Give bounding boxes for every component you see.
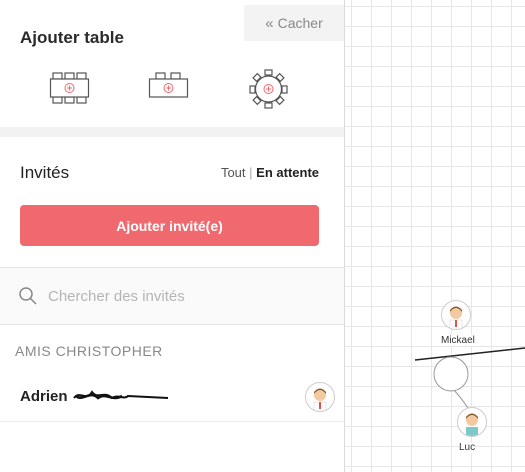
add-rectangle-table-button[interactable]	[49, 70, 91, 111]
small-rectangle-table-icon	[148, 72, 189, 98]
add-round-table-button[interactable]	[248, 69, 290, 114]
node-label: Mickael	[441, 335, 475, 346]
person-avatar-icon	[466, 413, 478, 436]
person-avatar-icon	[449, 306, 463, 329]
search-bar	[0, 267, 344, 325]
filter-all-link[interactable]: Tout	[221, 165, 246, 180]
seating-canvas[interactable]: Mickael Luc	[345, 0, 525, 472]
redaction-scribble	[73, 390, 169, 400]
canvas-node-mickael[interactable]: Mickael	[441, 300, 491, 370]
guest-filter: Tout | En attente	[221, 165, 319, 180]
guests-title: Invités	[20, 163, 70, 182]
filter-pending-link[interactable]: En attente	[256, 165, 319, 180]
add-table-title: Ajouter table	[20, 28, 124, 47]
guest-row[interactable]: Adrien	[0, 375, 344, 422]
canvas-links	[414, 347, 525, 419]
rectangle-table-icon	[49, 72, 90, 104]
guest-name: Adrien	[20, 388, 68, 405]
avatar	[457, 407, 487, 437]
filter-separator: |	[249, 165, 253, 180]
search-icon	[19, 287, 37, 305]
hide-panel-button[interactable]: « Cacher	[244, 5, 344, 41]
hide-panel-label: Cacher	[277, 15, 323, 31]
search-input[interactable]	[46, 284, 330, 308]
canvas-node-luc[interactable]: Luc	[457, 407, 497, 462]
add-guest-button[interactable]: Ajouter invité(e)	[20, 205, 319, 246]
person-avatar-icon	[313, 388, 327, 411]
guest-group-title: AMIS CHRISTOPHER	[15, 343, 163, 359]
guest-avatar	[305, 382, 335, 412]
add-small-rectangle-table-button[interactable]	[148, 70, 190, 111]
round-table-icon	[249, 69, 288, 109]
node-label: Luc	[459, 442, 476, 453]
section-divider	[0, 127, 344, 137]
side-panel: « Cacher Ajouter table Invités Tout | En…	[0, 0, 345, 472]
avatar	[441, 300, 471, 330]
double-chevron-left-icon: «	[265, 14, 274, 32]
